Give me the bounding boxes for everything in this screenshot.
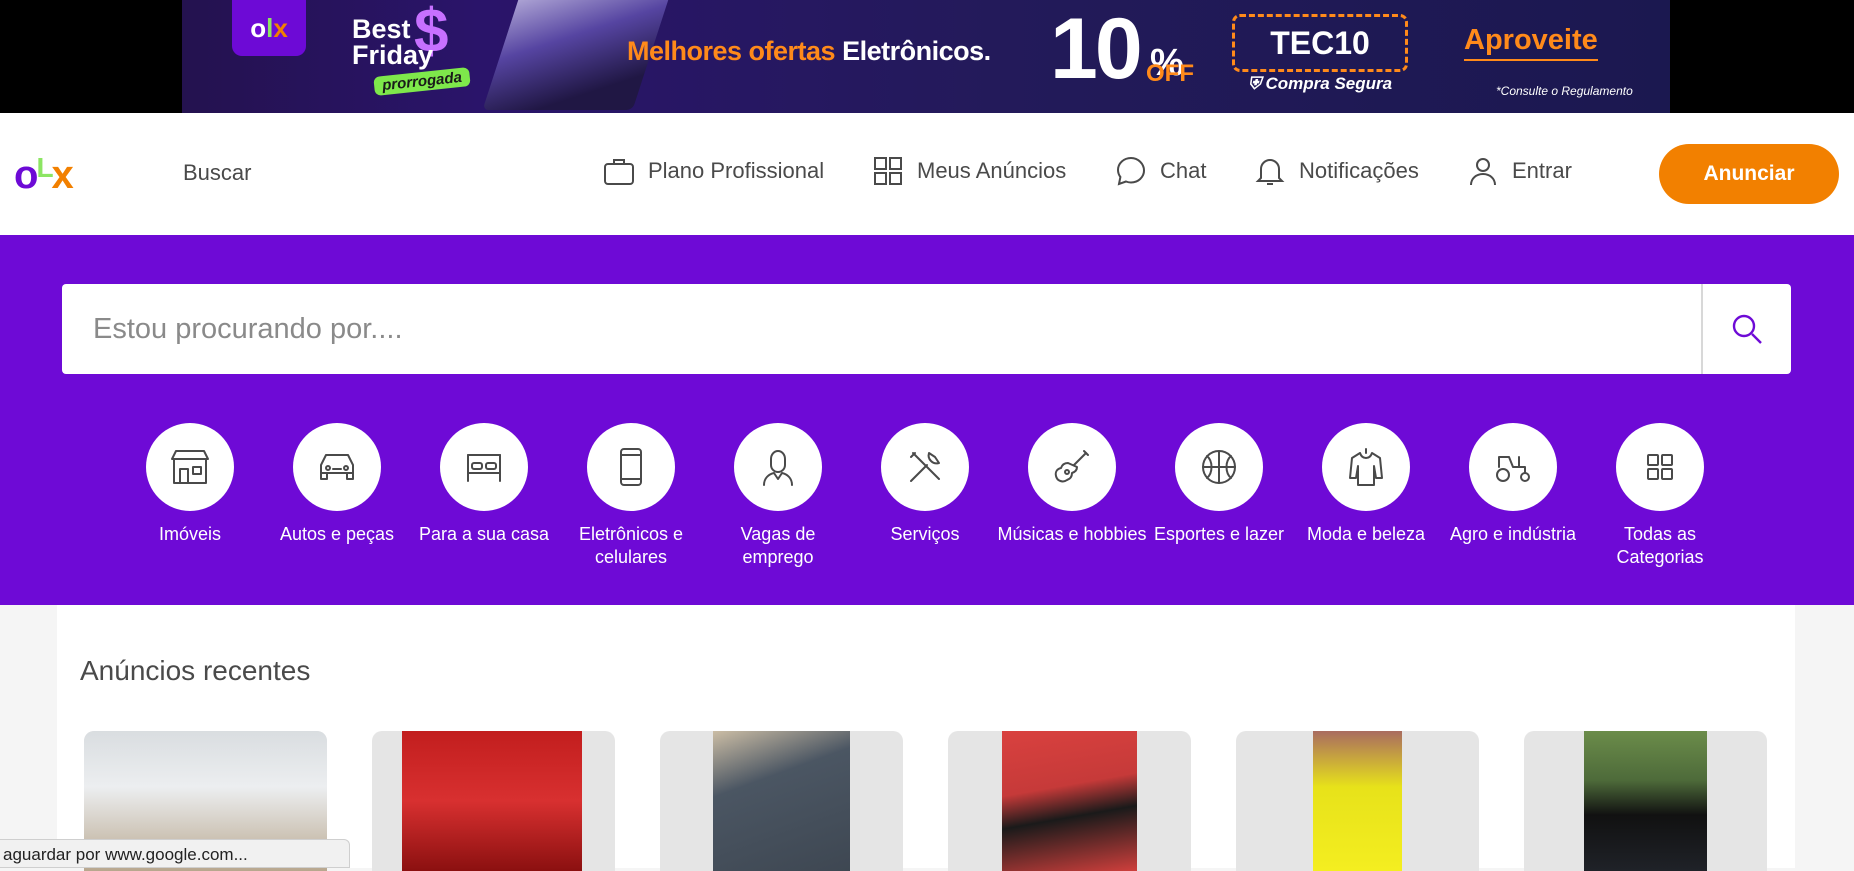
promo-banner-strip: olx $ Best Friday prorrogada Melhores ofe… <box>0 0 1854 113</box>
briefcase-icon <box>604 159 634 185</box>
buscar-link[interactable]: Buscar <box>183 160 251 186</box>
banner-off: OFF <box>1146 60 1194 87</box>
banner-best-friday: Best Friday <box>352 14 434 70</box>
search-icon <box>1732 314 1762 344</box>
ad-card[interactable] <box>948 731 1191 871</box>
banner-coupon-code: TEC10 <box>1232 14 1408 72</box>
ad-image-clothing <box>713 731 850 871</box>
ad-card[interactable] <box>1524 731 1767 871</box>
browser-status-bar: aguardar por www.google.com... <box>0 839 350 868</box>
guitar-icon <box>1054 450 1089 483</box>
category-vagas[interactable]: Vagas de emprego <box>703 423 853 569</box>
bed-icon <box>467 454 501 482</box>
shirt-icon <box>1349 448 1383 486</box>
anunciar-button[interactable]: Anunciar <box>1659 144 1839 204</box>
ball-icon <box>1202 450 1236 484</box>
category-autos[interactable]: Autos e peças <box>262 423 412 546</box>
tractor-icon <box>1496 456 1530 482</box>
banner-disclaimer: *Consulte o Regulamento <box>1496 84 1633 98</box>
ad-card[interactable] <box>372 731 615 871</box>
search-button[interactable] <box>1703 284 1791 374</box>
phone-icon <box>620 448 642 486</box>
recent-ads-section: Anúncios recentes <box>57 605 1795 871</box>
nav-entrar[interactable]: Entrar <box>1466 153 1572 189</box>
promo-banner[interactable]: olx $ Best Friday prorrogada Melhores ofe… <box>182 0 1670 113</box>
shield-icon: ⛨ <box>1248 74 1261 93</box>
category-todas[interactable]: Todas as Categorias <box>1585 423 1735 569</box>
grid-icon <box>1647 454 1673 480</box>
nav-chat[interactable]: Chat <box>1114 153 1206 189</box>
ad-image-car <box>1584 731 1707 871</box>
banner-discount: 10% <box>1050 1 1184 97</box>
category-musicas[interactable]: Músicas e hobbies <box>997 423 1147 546</box>
ad-image-tire <box>1002 731 1137 871</box>
category-eletronicos[interactable]: Eletrônicos e celulares <box>556 423 706 569</box>
nav-meus-anuncios[interactable]: Meus Anúncios <box>871 153 1066 189</box>
category-servicos[interactable]: Serviços <box>850 423 1000 546</box>
car-icon <box>320 454 354 480</box>
grid-icon <box>874 157 902 185</box>
tools-icon <box>910 452 940 482</box>
worker-icon <box>763 450 793 486</box>
house-icon <box>171 450 209 484</box>
banner-olx-logo: olx <box>232 0 306 56</box>
olx-logo[interactable]: oLx <box>14 152 74 198</box>
banner-headline: Melhores ofertas Eletrônicos. <box>627 36 991 66</box>
site-header: oLx Buscar Plano Profissional Meus Anúnc… <box>0 113 1854 235</box>
banner-prorrogada-badge: prorrogada <box>373 67 471 96</box>
search-input[interactable] <box>62 284 1702 374</box>
recent-ads-title: Anúncios recentes <box>80 655 311 686</box>
ad-image-toolkit <box>402 731 582 871</box>
chat-icon <box>1116 156 1146 186</box>
user-icon <box>1470 158 1496 186</box>
ad-card[interactable] <box>1236 731 1479 871</box>
nav-plano-profissional[interactable]: Plano Profissional <box>602 153 824 189</box>
category-esportes[interactable]: Esportes e lazer <box>1144 423 1294 546</box>
search-box <box>62 284 1791 374</box>
banner-compra-segura: ⛨ Compra Segura <box>1248 74 1393 93</box>
search-hero: Imóveis Autos e peças Para a sua casa El… <box>0 235 1854 605</box>
category-agro[interactable]: Agro e indústria <box>1438 423 1588 546</box>
nav-notificacoes[interactable]: Notificações <box>1253 153 1419 189</box>
ad-card[interactable] <box>660 731 903 871</box>
ad-image-fashion <box>1313 731 1402 871</box>
category-imoveis[interactable]: Imóveis <box>115 423 265 546</box>
category-moda[interactable]: Moda e beleza <box>1291 423 1441 546</box>
category-casa[interactable]: Para a sua casa <box>409 423 559 546</box>
bell-icon <box>1255 159 1285 185</box>
banner-aproveite-link[interactable]: Aproveite <box>1464 24 1598 61</box>
